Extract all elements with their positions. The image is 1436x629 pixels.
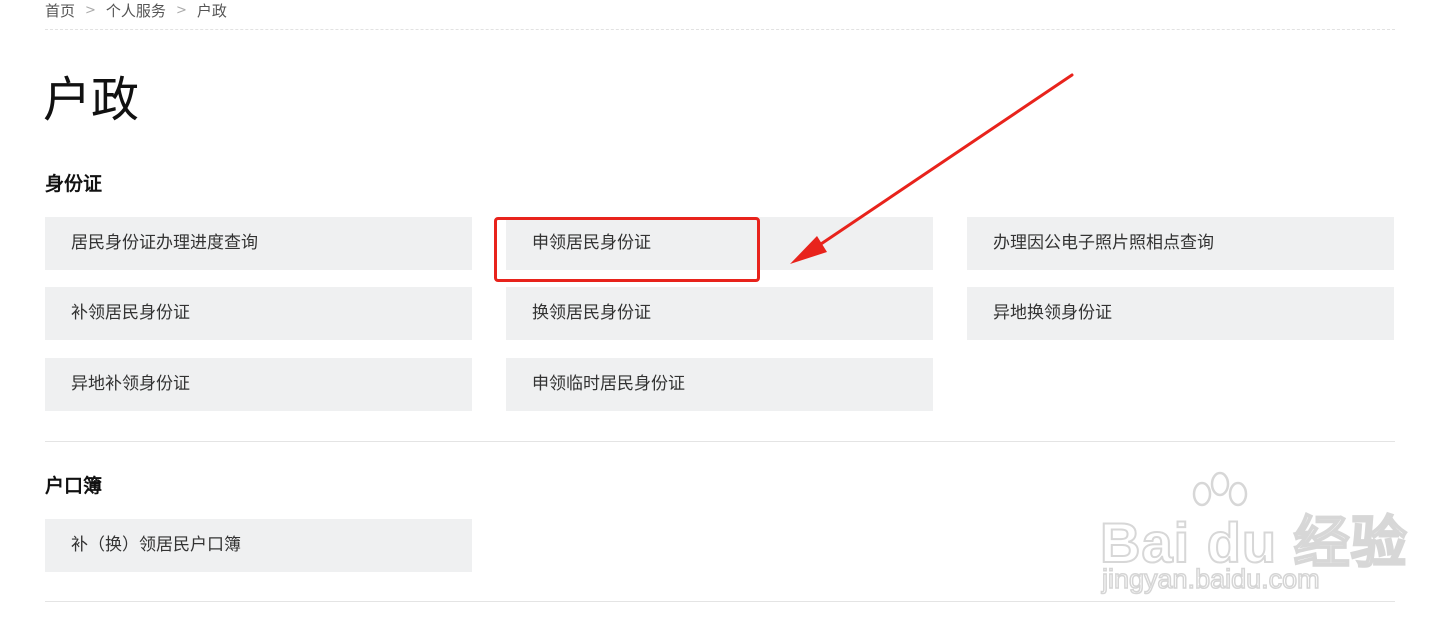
service-link-photo-point-query[interactable]: 办理因公电子照片照相点查询 [967, 217, 1394, 270]
breadcrumb-separator-icon: > [85, 3, 96, 18]
baidu-jingyan-watermark: Bai du 经验 jingyan.baidu.com [1098, 470, 1408, 600]
section-title-id-card: 身份证 [45, 173, 103, 195]
breadcrumb-home-link[interactable]: 首页 [45, 0, 75, 22]
watermark-url: jingyan.baidu.com [1101, 563, 1320, 595]
service-link-remote-reissue-id-card[interactable]: 异地补领身份证 [45, 358, 472, 411]
watermark-brand: Bai du 经验 [1099, 510, 1408, 575]
breadcrumb: 首页 > 个人服务 > 户政 [45, 0, 1395, 30]
service-link-apply-id-card[interactable]: 申领居民身份证 [506, 217, 933, 270]
breadcrumb-current: 户政 [196, 2, 227, 20]
service-link-id-progress-query[interactable]: 居民身份证办理进度查询 [45, 217, 472, 270]
breadcrumb-separator-icon: > [175, 3, 187, 18]
service-link-temporary-id-card[interactable]: 申领临时居民身份证 [506, 358, 933, 411]
page-title: 户政 [43, 72, 140, 128]
section-title-household-register: 户口簿 [45, 475, 103, 497]
breadcrumb-personal-link[interactable]: 个人服务 [106, 0, 166, 22]
service-link-household-register-reissue[interactable]: 补（换）领居民户口簿 [45, 519, 472, 572]
service-link-reissue-id-card[interactable]: 补领居民身份证 [45, 287, 472, 340]
service-link-renew-id-card[interactable]: 换领居民身份证 [506, 287, 933, 340]
paw-logo-icon [1192, 471, 1248, 507]
service-link-remote-renew-id-card[interactable]: 异地换领身份证 [967, 287, 1394, 340]
section-divider [45, 441, 1395, 442]
section-divider [45, 601, 1395, 602]
